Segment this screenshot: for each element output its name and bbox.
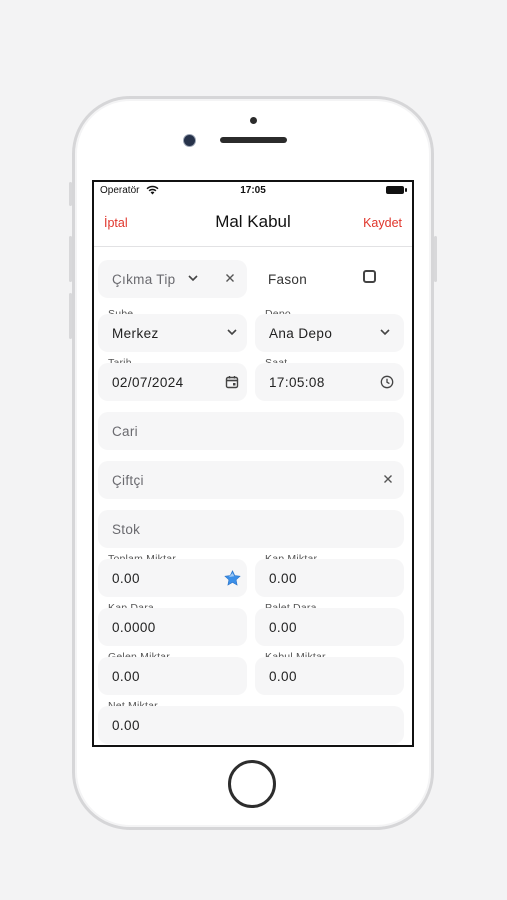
stok-placeholder: Stok <box>112 522 141 537</box>
depo-select[interactable]: Ana Depo <box>255 314 404 352</box>
depo-value: Ana Depo <box>269 326 333 341</box>
cikma-tip-placeholder: Çıkma Tip <box>112 272 176 287</box>
navigation-bar: İptal Mal Kabul Kaydet <box>94 200 412 247</box>
gelen-miktar-value: 0.00 <box>112 669 140 684</box>
home-button[interactable] <box>228 760 276 808</box>
ciftci-placeholder: Çiftçi <box>112 473 144 488</box>
close-icon[interactable] <box>382 472 394 491</box>
earpiece-speaker <box>220 137 287 143</box>
chevron-down-icon[interactable] <box>226 325 238 344</box>
net-miktar-value: 0.00 <box>112 718 140 733</box>
toplam-miktar-value: 0.00 <box>112 571 140 586</box>
gelen-miktar-field[interactable]: 0.00 <box>98 657 247 695</box>
power-button <box>434 236 437 282</box>
close-icon[interactable] <box>224 271 236 290</box>
tarih-picker[interactable]: 02/07/2024 <box>98 363 247 401</box>
sube-value: Merkez <box>112 326 159 341</box>
cari-placeholder: Cari <box>112 424 138 439</box>
calendar-icon[interactable] <box>225 375 239 394</box>
kap-dara-value: 0.0000 <box>112 620 156 635</box>
tarih-value: 02/07/2024 <box>112 375 184 390</box>
kabul-miktar-value: 0.00 <box>269 669 297 684</box>
front-camera <box>184 135 195 146</box>
battery-icon <box>386 186 407 194</box>
kabul-miktar-field[interactable]: 0.00 <box>255 657 404 695</box>
proximity-sensor <box>250 117 257 124</box>
ciftci-field[interactable]: Çiftçi <box>98 461 404 499</box>
star-icon[interactable] <box>224 570 241 591</box>
app-screen: Operatör 17:05 İptal Mal Kabul Kaydet Çı… <box>92 180 414 747</box>
form-content: Çıkma Tip Fason Şube Merkez Depo Ana Dep… <box>94 246 412 745</box>
clock-icon[interactable] <box>380 375 394 394</box>
save-button[interactable]: Kaydet <box>363 216 402 230</box>
status-bar: Operatör 17:05 <box>94 182 412 200</box>
toplam-miktar-field[interactable]: 0.00 <box>98 559 247 597</box>
saat-picker[interactable]: 17:05:08 <box>255 363 404 401</box>
cari-field[interactable]: Cari <box>98 412 404 450</box>
net-miktar-field[interactable]: 0.00 <box>98 706 404 744</box>
volume-down-button <box>69 293 72 339</box>
chevron-down-icon[interactable] <box>379 325 391 344</box>
mute-switch <box>69 182 72 206</box>
fason-label: Fason <box>268 272 308 287</box>
saat-value: 17:05:08 <box>269 375 325 390</box>
palet-dara-field[interactable]: 0.00 <box>255 608 404 646</box>
chevron-down-icon[interactable] <box>187 271 199 290</box>
kap-dara-field[interactable]: 0.0000 <box>98 608 247 646</box>
kap-miktar-field[interactable]: 0.00 <box>255 559 404 597</box>
stok-field[interactable]: Stok <box>98 510 404 548</box>
cikma-tip-select[interactable]: Çıkma Tip <box>98 260 247 298</box>
volume-up-button <box>69 236 72 282</box>
sube-select[interactable]: Merkez <box>98 314 247 352</box>
kap-miktar-value: 0.00 <box>269 571 297 586</box>
palet-dara-value: 0.00 <box>269 620 297 635</box>
fason-checkbox[interactable] <box>363 270 376 283</box>
status-time: 17:05 <box>240 185 266 196</box>
